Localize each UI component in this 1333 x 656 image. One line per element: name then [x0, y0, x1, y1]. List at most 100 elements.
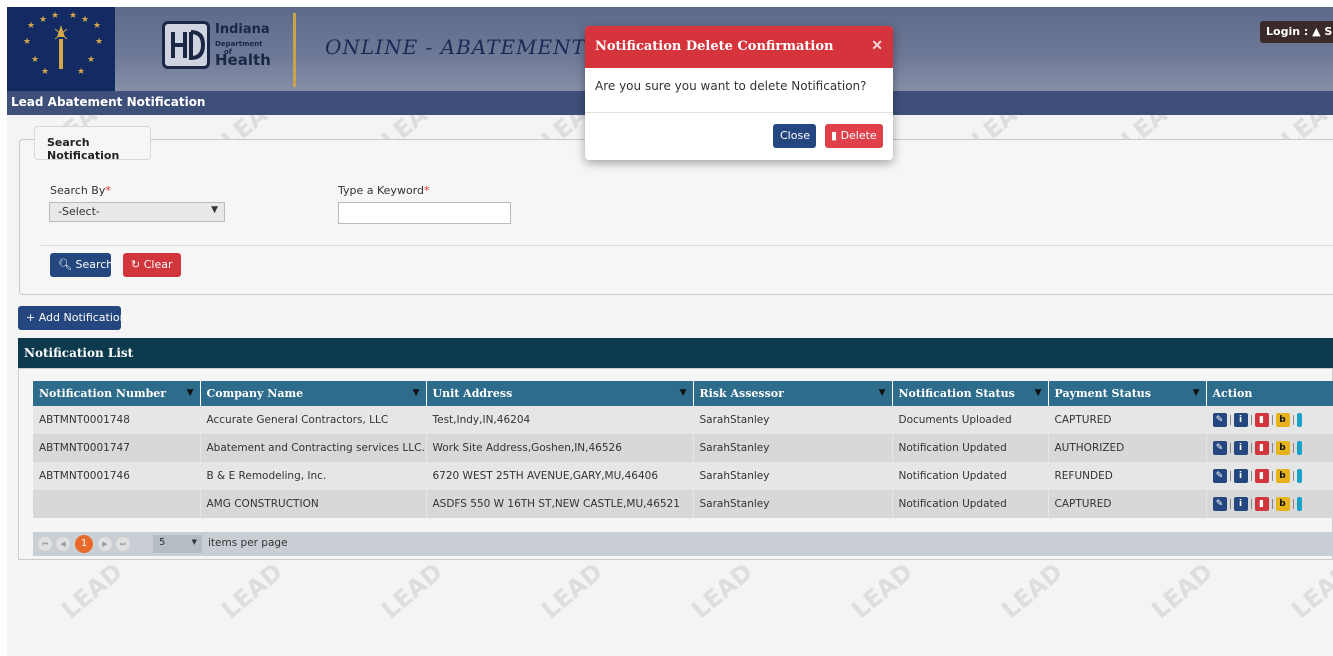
table-row[interactable]: ABTMNT0001748 Accurate General Contracto…	[33, 406, 1333, 434]
cell-risk-assessor: SarahStanley	[693, 462, 893, 490]
keyword-input[interactable]	[338, 202, 511, 224]
keyword-label: Type a Keyword*	[338, 184, 430, 197]
delete-icon[interactable]: ▮	[1254, 441, 1269, 455]
clear-button[interactable]: ↻ Clear	[123, 253, 181, 277]
cell-risk-assessor: SarahStanley	[693, 434, 893, 462]
search-by-label: Search By*	[50, 184, 111, 197]
cell-payment-status: AUTHORIZED	[1048, 434, 1207, 462]
document-icon[interactable]: b	[1275, 497, 1290, 511]
cell-actions: ✎ i ▮ b	[1206, 406, 1333, 434]
last-page-icon[interactable]: ⏭	[116, 537, 130, 551]
document-icon[interactable]: b	[1275, 441, 1290, 455]
cell-notification-number: ABTMNT0001746	[33, 462, 201, 490]
close-icon[interactable]: ✕	[871, 38, 883, 54]
refresh-icon: ↻	[131, 258, 141, 271]
page-size-select[interactable]: 5 ▼	[153, 535, 202, 553]
add-notification-button[interactable]: + Add Notification	[18, 306, 127, 330]
filter-icon[interactable]: ▼	[1035, 388, 1042, 398]
cell-unit-address: Test,Indy,IN,46204	[426, 406, 694, 434]
login-user-menu[interactable]: Login : ▲ S	[1260, 21, 1333, 43]
table-header-row: Notification Number ▼ Company Name ▼ Unit …	[33, 381, 1333, 406]
cell-company-name: AMG CONSTRUCTION	[200, 490, 427, 518]
delete-icon[interactable]: ▮	[1254, 497, 1269, 511]
notification-list-title: Notification List	[24, 346, 134, 360]
search-button[interactable]: 🔍︎ Search	[50, 253, 113, 277]
more-actions-icon[interactable]	[1296, 441, 1302, 455]
document-icon[interactable]: b	[1275, 413, 1290, 427]
watermark: LEAD	[846, 557, 918, 625]
watermark: LEAD	[1146, 557, 1218, 625]
search-by-select[interactable]: -Select- ▼	[49, 202, 225, 222]
edit-icon[interactable]: ✎	[1212, 441, 1227, 455]
cell-actions: ✎ i ▮ b	[1206, 490, 1333, 518]
page-title: Lead Abatement Notification	[11, 95, 206, 109]
cell-notification-number: ABTMNT0001747	[33, 434, 201, 462]
delete-confirmation-dialog: Notification Delete Confirmation ✕ Are y…	[585, 26, 893, 160]
filter-icon[interactable]: ▼	[1193, 388, 1200, 398]
cell-risk-assessor: SarahStanley	[693, 490, 893, 518]
cell-notification-status: Documents Uploaded	[892, 406, 1049, 434]
trash-icon: ▮	[831, 129, 838, 142]
first-page-icon[interactable]: ⏮	[38, 537, 52, 551]
edit-icon[interactable]: ✎	[1212, 413, 1227, 427]
column-header-payment-status[interactable]: Payment Status ▼	[1048, 381, 1207, 406]
search-icon: 🔍︎	[58, 258, 72, 271]
info-icon[interactable]: i	[1233, 413, 1248, 427]
cell-notification-status: Notification Updated	[892, 462, 1049, 490]
notification-list-header: Notification List	[18, 338, 1333, 368]
page-number-current[interactable]: 1	[75, 535, 93, 553]
indiana-flag-logo: ★ ★ ★ ★ ★ ★ ★ ★ ★ ★ ★ ★	[7, 7, 115, 91]
chevron-down-icon: ▼	[211, 205, 218, 215]
column-header-notification-number[interactable]: Notification Number ▼	[33, 381, 201, 406]
cell-company-name: B & E Remodeling, Inc.	[200, 462, 427, 490]
column-header-unit-address[interactable]: Unit Address ▼	[426, 381, 694, 406]
table-row[interactable]: AMG CONSTRUCTION ASDFS 550 W 16TH ST,NEW…	[33, 490, 1333, 518]
delete-button[interactable]: ▮ Delete	[825, 124, 883, 148]
column-header-risk-assessor[interactable]: Risk Assessor ▼	[693, 381, 893, 406]
info-icon[interactable]: i	[1233, 469, 1248, 483]
cell-notification-number	[33, 490, 201, 518]
cell-actions: ✎ i ▮ b	[1206, 462, 1333, 490]
more-actions-icon[interactable]	[1296, 413, 1302, 427]
items-per-page-label: items per page	[208, 537, 288, 549]
watermark: LEAD	[686, 557, 758, 625]
cell-notification-number: ABTMNT0001748	[33, 406, 201, 434]
document-icon[interactable]: b	[1275, 469, 1290, 483]
watermark: LEAD	[56, 557, 128, 625]
cell-unit-address: Work Site Address,Goshen,IN,46526	[426, 434, 694, 462]
cell-actions: ✎ i ▮ b	[1206, 434, 1333, 462]
dialog-message: Are you sure you want to delete Notifica…	[595, 79, 867, 93]
column-header-company-name[interactable]: Company Name ▼	[200, 381, 427, 406]
chevron-down-icon: ▼	[191, 538, 197, 546]
filter-icon[interactable]: ▼	[680, 388, 687, 398]
cell-payment-status: REFUNDED	[1048, 462, 1207, 490]
logo-divider	[293, 13, 296, 87]
delete-icon[interactable]: ▮	[1254, 413, 1269, 427]
filter-icon[interactable]: ▼	[187, 388, 194, 398]
edit-icon[interactable]: ✎	[1212, 469, 1227, 483]
prev-page-icon[interactable]: ◀	[56, 537, 70, 551]
pagination-bar: ⏮ ◀ 1 ▶ ⏭ 5 ▼ items per page	[33, 532, 1333, 556]
watermark: LEAD	[376, 557, 448, 625]
search-panel-legend: Search Notification	[34, 126, 151, 162]
watermark: LEAD	[216, 557, 288, 625]
delete-icon[interactable]: ▮	[1254, 469, 1269, 483]
column-header-notification-status[interactable]: Notification Status ▼	[892, 381, 1049, 406]
more-actions-icon[interactable]	[1296, 469, 1302, 483]
table-row[interactable]: ABTMNT0001747 Abatement and Contracting …	[33, 434, 1333, 462]
dialog-title: Notification Delete Confirmation	[595, 39, 834, 54]
next-page-icon[interactable]: ▶	[98, 537, 112, 551]
cell-unit-address: 6720 WEST 25TH AVENUE,GARY,MU,46406	[426, 462, 694, 490]
filter-icon[interactable]: ▼	[879, 388, 886, 398]
cell-payment-status: CAPTURED	[1048, 490, 1207, 518]
info-icon[interactable]: i	[1233, 497, 1248, 511]
close-button[interactable]: Close	[773, 124, 816, 148]
table-row[interactable]: ABTMNT0001746 B & E Remodeling, Inc. 672…	[33, 462, 1333, 490]
more-actions-icon[interactable]	[1296, 497, 1302, 511]
torch-icon	[55, 25, 67, 69]
edit-icon[interactable]: ✎	[1212, 497, 1227, 511]
info-icon[interactable]: i	[1233, 441, 1248, 455]
filter-icon[interactable]: ▼	[413, 388, 420, 398]
cell-notification-status: Notification Updated	[892, 490, 1049, 518]
watermark: LEAD	[996, 557, 1068, 625]
